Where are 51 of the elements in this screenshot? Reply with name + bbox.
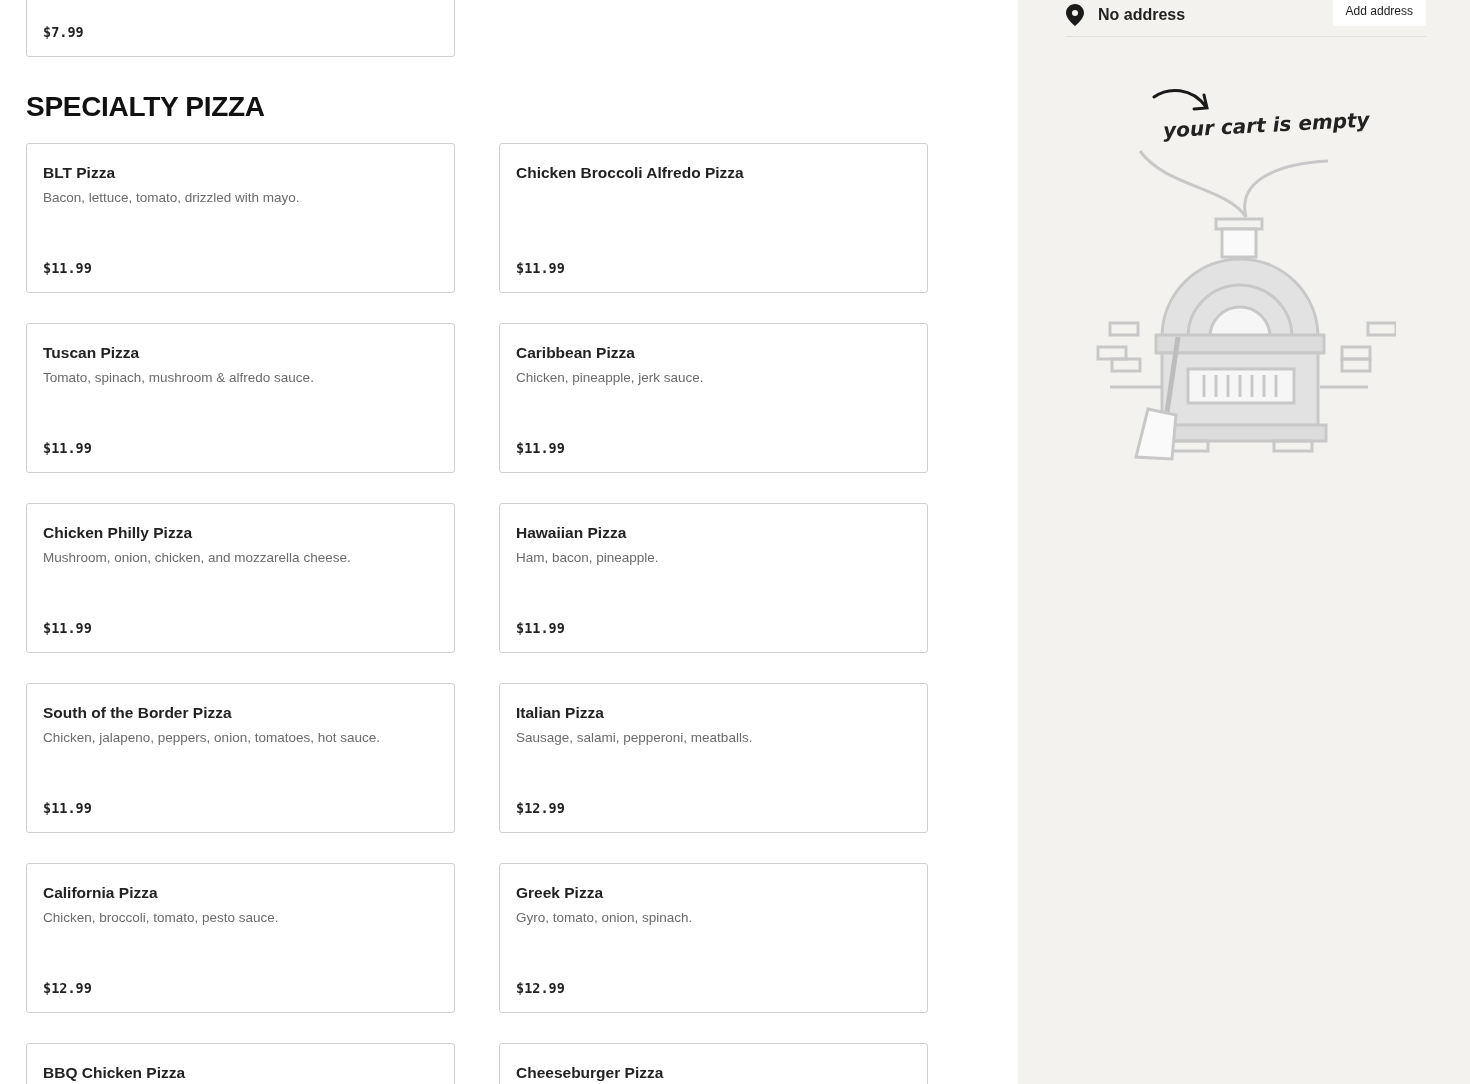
item-name: California Pizza <box>43 883 159 903</box>
item-price: $12.99 <box>516 980 566 996</box>
item-name: Chicken Broccoli Alfredo Pizza <box>516 163 745 183</box>
address-text: No address <box>1098 6 1187 24</box>
menu-item-card[interactable]: BLT Pizza Bacon, lettuce, tomato, drizzled with mayo. $11.99 <box>26 143 455 293</box>
menu-item-card[interactable]: BBQ Chicken Pizza <box>26 1043 455 1084</box>
item-price: $11.99 <box>43 440 93 456</box>
item-description: Sausage, salami, pepperoni, meatballs. <box>516 729 754 747</box>
menu-item-card[interactable]: Caribbean Pizza Chicken, pineapple, jerk sauce. $11.99 <box>499 323 928 473</box>
item-name: BBQ Chicken Pizza <box>43 1063 187 1083</box>
item-name: Chicken Philly Pizza <box>43 523 194 543</box>
menu-item-card[interactable]: Hawaiian Pizza Ham, bacon, pineapple. $11.99 <box>499 503 928 653</box>
item-description: Chicken, broccoli, tomato, pesto sauce. <box>43 909 280 927</box>
item-description: Tomato, spinach, mushroom & alfredo sauce. <box>43 369 315 387</box>
menu-item-card[interactable]: $7.99 <box>26 0 455 57</box>
add-address-button[interactable]: Add address <box>1332 0 1426 26</box>
item-name: Hawaiian Pizza <box>516 523 628 543</box>
location-pin-icon <box>1066 4 1084 26</box>
item-price: $11.99 <box>43 620 93 636</box>
menu-item-card[interactable]: South of the Border Pizza Chicken, jalapeno, peppers, onion, tomatoes, hot sauce. $11.99 <box>26 683 455 833</box>
item-name: Caribbean Pizza <box>516 343 636 363</box>
menu-item-card[interactable]: Chicken Broccoli Alfredo Pizza $11.99 <box>499 143 928 293</box>
item-description: Mushroom, onion, chicken, and mozzarella cheese. <box>43 549 352 567</box>
menu-item-card[interactable]: Chicken Philly Pizza Mushroom, onion, chicken, and mozzarella cheese. $11.99 <box>26 503 455 653</box>
item-price: $11.99 <box>516 440 566 456</box>
menu-item-card[interactable]: Italian Pizza Sausage, salami, pepperoni, meatballs. $12.99 <box>499 683 928 833</box>
item-name: Cheeseburger Pizza <box>516 1063 665 1083</box>
item-price: $12.99 <box>43 980 93 996</box>
menu-item-card[interactable]: Tuscan Pizza Tomato, spinach, mushroom & alfredo sauce. $11.99 <box>26 323 455 473</box>
item-price: $11.99 <box>516 260 566 276</box>
section-heading: SPECIALTY PIZZA <box>26 91 266 123</box>
item-description: Bacon, lettuce, tomato, drizzled with mayo. <box>43 189 301 207</box>
menu-item-card[interactable]: Greek Pizza Gyro, tomato, onion, spinach. $12.99 <box>499 863 928 1013</box>
menu-item-card[interactable]: Cheeseburger Pizza <box>499 1043 928 1084</box>
item-description: Chicken, jalapeno, peppers, onion, tomatoes, hot sauce. <box>43 729 381 747</box>
item-description: Gyro, tomato, onion, spinach. <box>516 909 694 927</box>
item-name: BLT Pizza <box>43 163 117 183</box>
menu-item-card[interactable]: California Pizza Chicken, broccoli, tomato, pesto sauce. $12.99 <box>26 863 455 1013</box>
item-name: Tuscan Pizza <box>43 343 141 363</box>
item-price: $11.99 <box>43 260 93 276</box>
curved-arrow-icon <box>1152 87 1210 113</box>
item-price: $12.99 <box>516 800 566 816</box>
item-description: Chicken, pineapple, jerk sauce. <box>516 369 705 387</box>
empty-cart-message: your cart is empty <box>1162 107 1370 143</box>
item-description: Ham, bacon, pineapple. <box>516 549 660 567</box>
item-name: South of the Border Pizza <box>43 703 233 723</box>
item-price: $11.99 <box>43 800 93 816</box>
item-price: $7.99 <box>43 24 85 40</box>
item-name: Italian Pizza <box>516 703 605 723</box>
item-price: $11.99 <box>516 620 566 636</box>
item-name: Greek Pizza <box>516 883 605 903</box>
